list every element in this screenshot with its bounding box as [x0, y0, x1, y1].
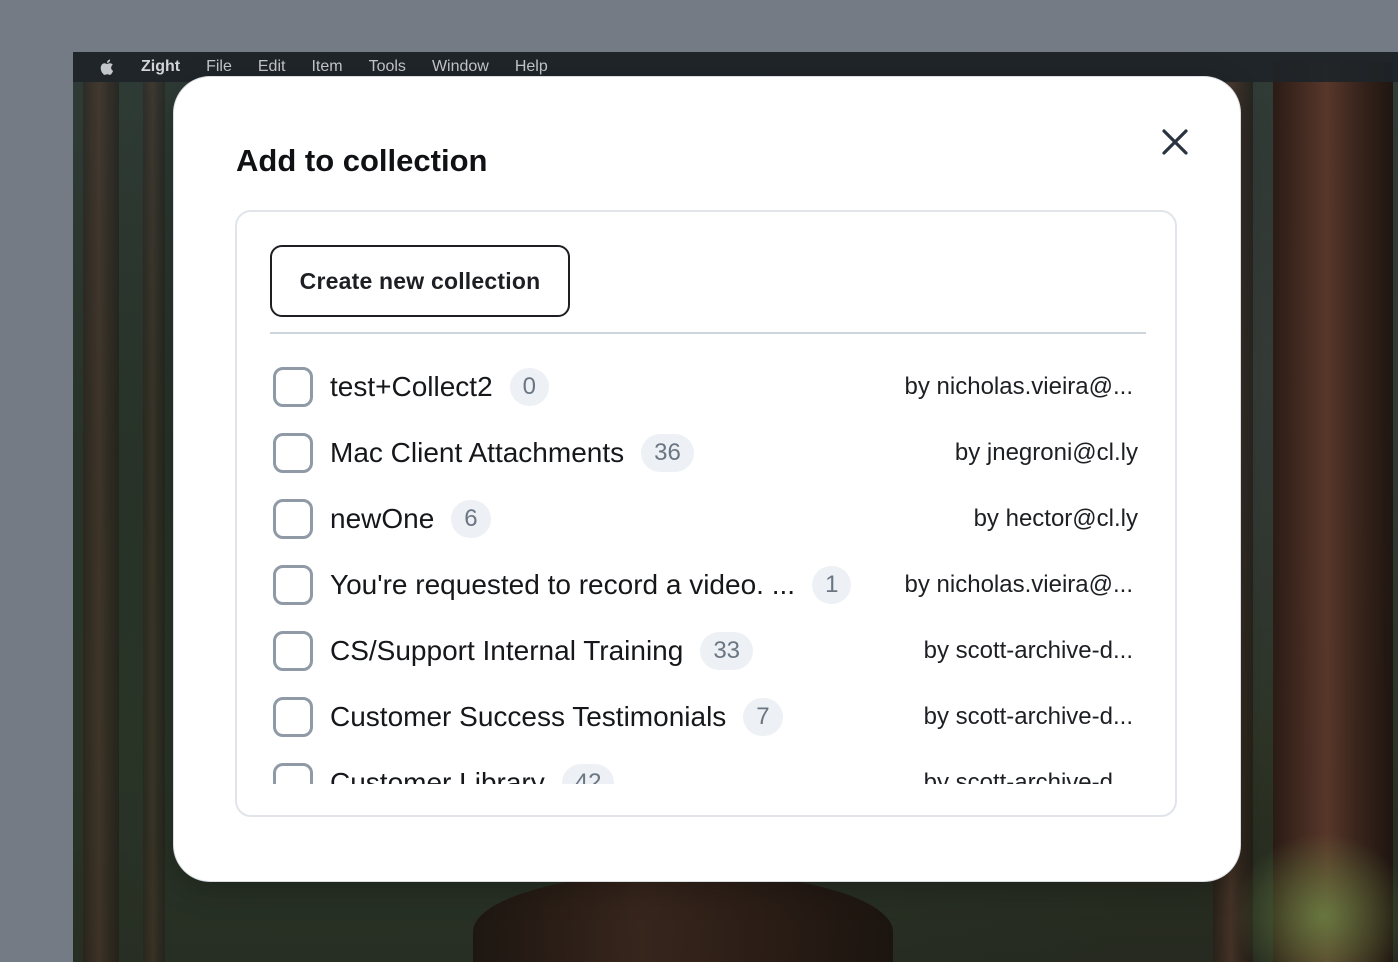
collection-count-badge: 1 [812, 566, 852, 604]
collection-count-badge: 33 [700, 632, 754, 670]
tree-trunk [83, 82, 119, 962]
tree-base [473, 872, 893, 962]
collection-item[interactable]: CS/Support Internal Training 33 by scott… [270, 618, 1146, 684]
collection-owner: by scott-archive-d... [923, 637, 1133, 664]
menu-app-name[interactable]: Zight [141, 58, 180, 76]
collection-checkbox[interactable] [273, 763, 313, 784]
collection-count-badge: 6 [451, 500, 491, 538]
collection-item[interactable]: Customer Success Testimonials 7 by scott… [270, 684, 1146, 750]
collection-checkbox[interactable] [273, 631, 313, 671]
collection-owner: by jnegroni@cl.ly [954, 439, 1138, 466]
collection-name: You're requested to record a video. ... [330, 569, 796, 600]
menu-window[interactable]: Window [432, 58, 489, 76]
collection-name: Mac Client Attachments [330, 437, 625, 468]
apple-logo-icon[interactable] [99, 58, 117, 76]
collection-owner: by hector@cl.ly [973, 505, 1138, 532]
collection-checkbox[interactable] [273, 367, 313, 407]
collection-item[interactable]: You're requested to record a video. ... … [270, 552, 1146, 618]
menu-file[interactable]: File [206, 58, 232, 76]
foliage [1233, 832, 1398, 962]
collection-owner: by nicholas.vieira@... [904, 373, 1133, 400]
modal-title: Add to collection [236, 143, 488, 178]
add-to-collection-modal: Add to collection Create new collection … [174, 77, 1240, 881]
menu-tools[interactable]: Tools [369, 58, 406, 76]
collection-name: Customer Library [330, 767, 545, 784]
divider [270, 332, 1146, 334]
collection-owner: by scott-archive-d... [923, 703, 1133, 730]
menu-edit[interactable]: Edit [258, 58, 286, 76]
collection-name: CS/Support Internal Training [330, 635, 684, 666]
collection-owner: by scott-archive-d... [923, 769, 1133, 784]
collection-item[interactable]: test+Collect2 0 by nicholas.vieira@... [270, 354, 1146, 420]
collection-count-badge: 36 [641, 434, 694, 472]
collection-name: test+Collect2 [330, 371, 493, 402]
collection-name: newOne [330, 503, 435, 534]
tree-trunk [1273, 62, 1393, 962]
collection-checkbox[interactable] [273, 697, 313, 737]
window-backdrop-top [0, 0, 1398, 52]
window-backdrop-left [0, 52, 73, 962]
collection-checkbox[interactable] [273, 499, 313, 539]
tree-trunk [143, 82, 165, 962]
collections-panel: Create new collection test+Collect2 0 by… [235, 210, 1177, 817]
collection-count-badge: 7 [743, 698, 783, 736]
menu-help[interactable]: Help [515, 58, 548, 76]
collection-item[interactable]: Mac Client Attachments 36 by jnegroni@cl… [270, 420, 1146, 486]
collection-owner: by nicholas.vieira@... [904, 571, 1133, 598]
menu-item[interactable]: Item [311, 58, 342, 76]
collection-count-badge: 0 [509, 368, 549, 406]
collection-checkbox[interactable] [273, 565, 313, 605]
collection-count-badge: 42 [561, 764, 615, 784]
create-new-collection-button[interactable]: Create new collection [270, 245, 570, 317]
collections-list[interactable]: test+Collect2 0 by nicholas.vieira@... M… [270, 354, 1146, 784]
collection-name: Customer Success Testimonials [330, 701, 727, 732]
close-button[interactable] [1158, 125, 1192, 159]
collection-checkbox[interactable] [273, 433, 313, 473]
collection-item[interactable]: newOne 6 by hector@cl.ly [270, 486, 1146, 552]
collection-item[interactable]: Customer Library 42 by scott-archive-d..… [270, 750, 1146, 784]
close-icon [1162, 129, 1188, 155]
